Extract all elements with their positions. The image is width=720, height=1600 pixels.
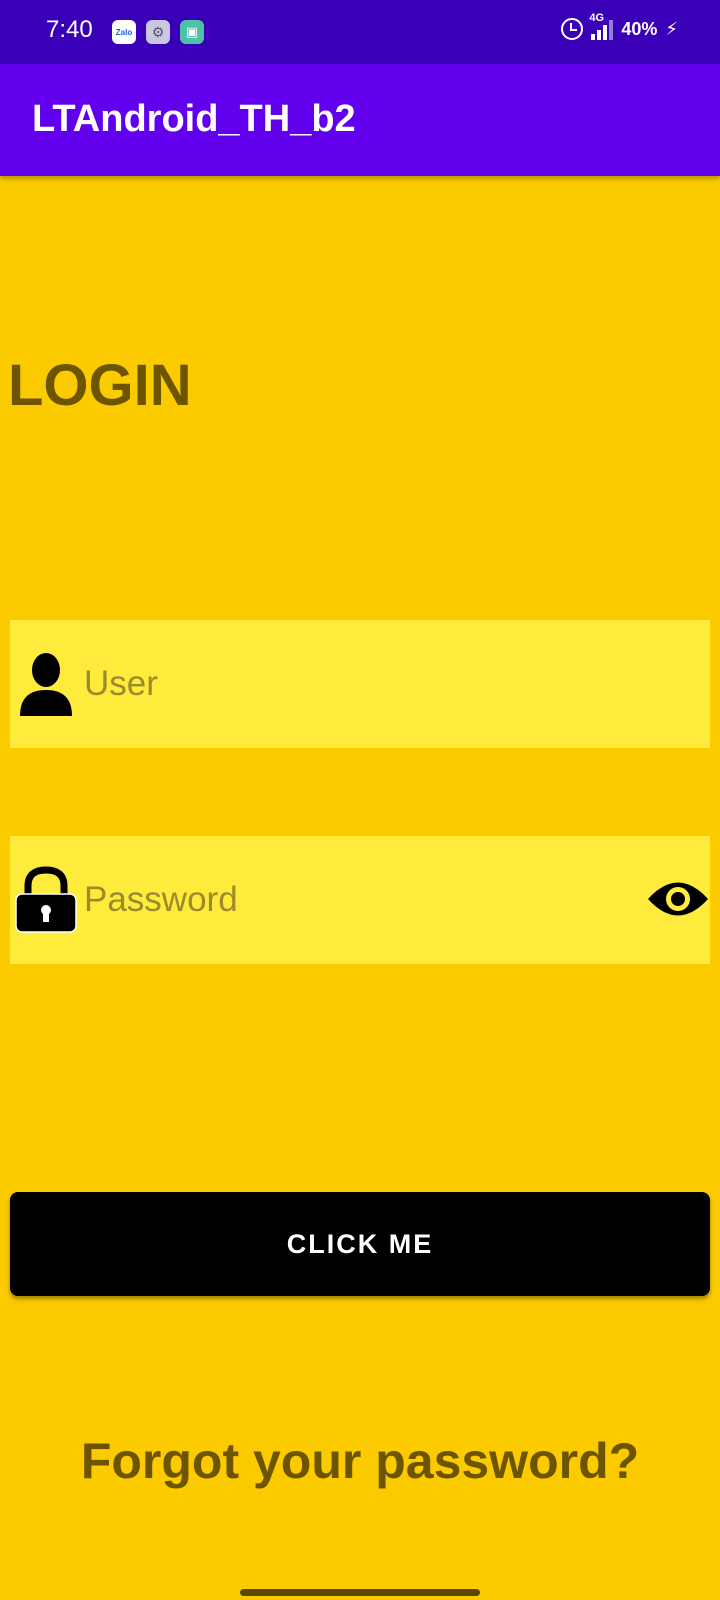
signal-icon: 4G bbox=[589, 12, 614, 40]
lock-icon bbox=[15, 866, 77, 933]
battery-percent: 40% bbox=[621, 18, 658, 39]
store-icon: ▣ bbox=[180, 20, 204, 44]
status-bar: 7:40 Zalo ⚙ ▣ 4G 40% ⚡ bbox=[0, 0, 720, 64]
status-right: 4G 40% ⚡ bbox=[561, 12, 678, 40]
click-me-button[interactable]: CLICK ME bbox=[10, 1192, 710, 1296]
app-bar: LTAndroid_TH_b2 bbox=[0, 64, 720, 176]
forgot-password-link[interactable]: Forgot your password? bbox=[0, 1432, 720, 1490]
person-icon bbox=[20, 653, 72, 716]
alarm-icon bbox=[561, 18, 584, 40]
zalo-icon: Zalo bbox=[112, 20, 136, 44]
settings-icon: ⚙ bbox=[146, 20, 170, 44]
app-title: LTAndroid_TH_b2 bbox=[32, 98, 356, 140]
login-heading: LOGIN bbox=[8, 353, 192, 418]
password-input[interactable] bbox=[74, 836, 634, 964]
password-field bbox=[10, 836, 710, 964]
network-type: 4G bbox=[589, 12, 605, 24]
charging-icon: ⚡ bbox=[665, 18, 678, 39]
user-input[interactable] bbox=[74, 620, 634, 748]
eye-icon[interactable] bbox=[646, 874, 710, 924]
user-field bbox=[10, 620, 710, 748]
status-time: 7:40 bbox=[46, 16, 93, 43]
home-indicator[interactable] bbox=[240, 1589, 480, 1596]
notification-icons: Zalo ⚙ ▣ bbox=[112, 20, 204, 44]
